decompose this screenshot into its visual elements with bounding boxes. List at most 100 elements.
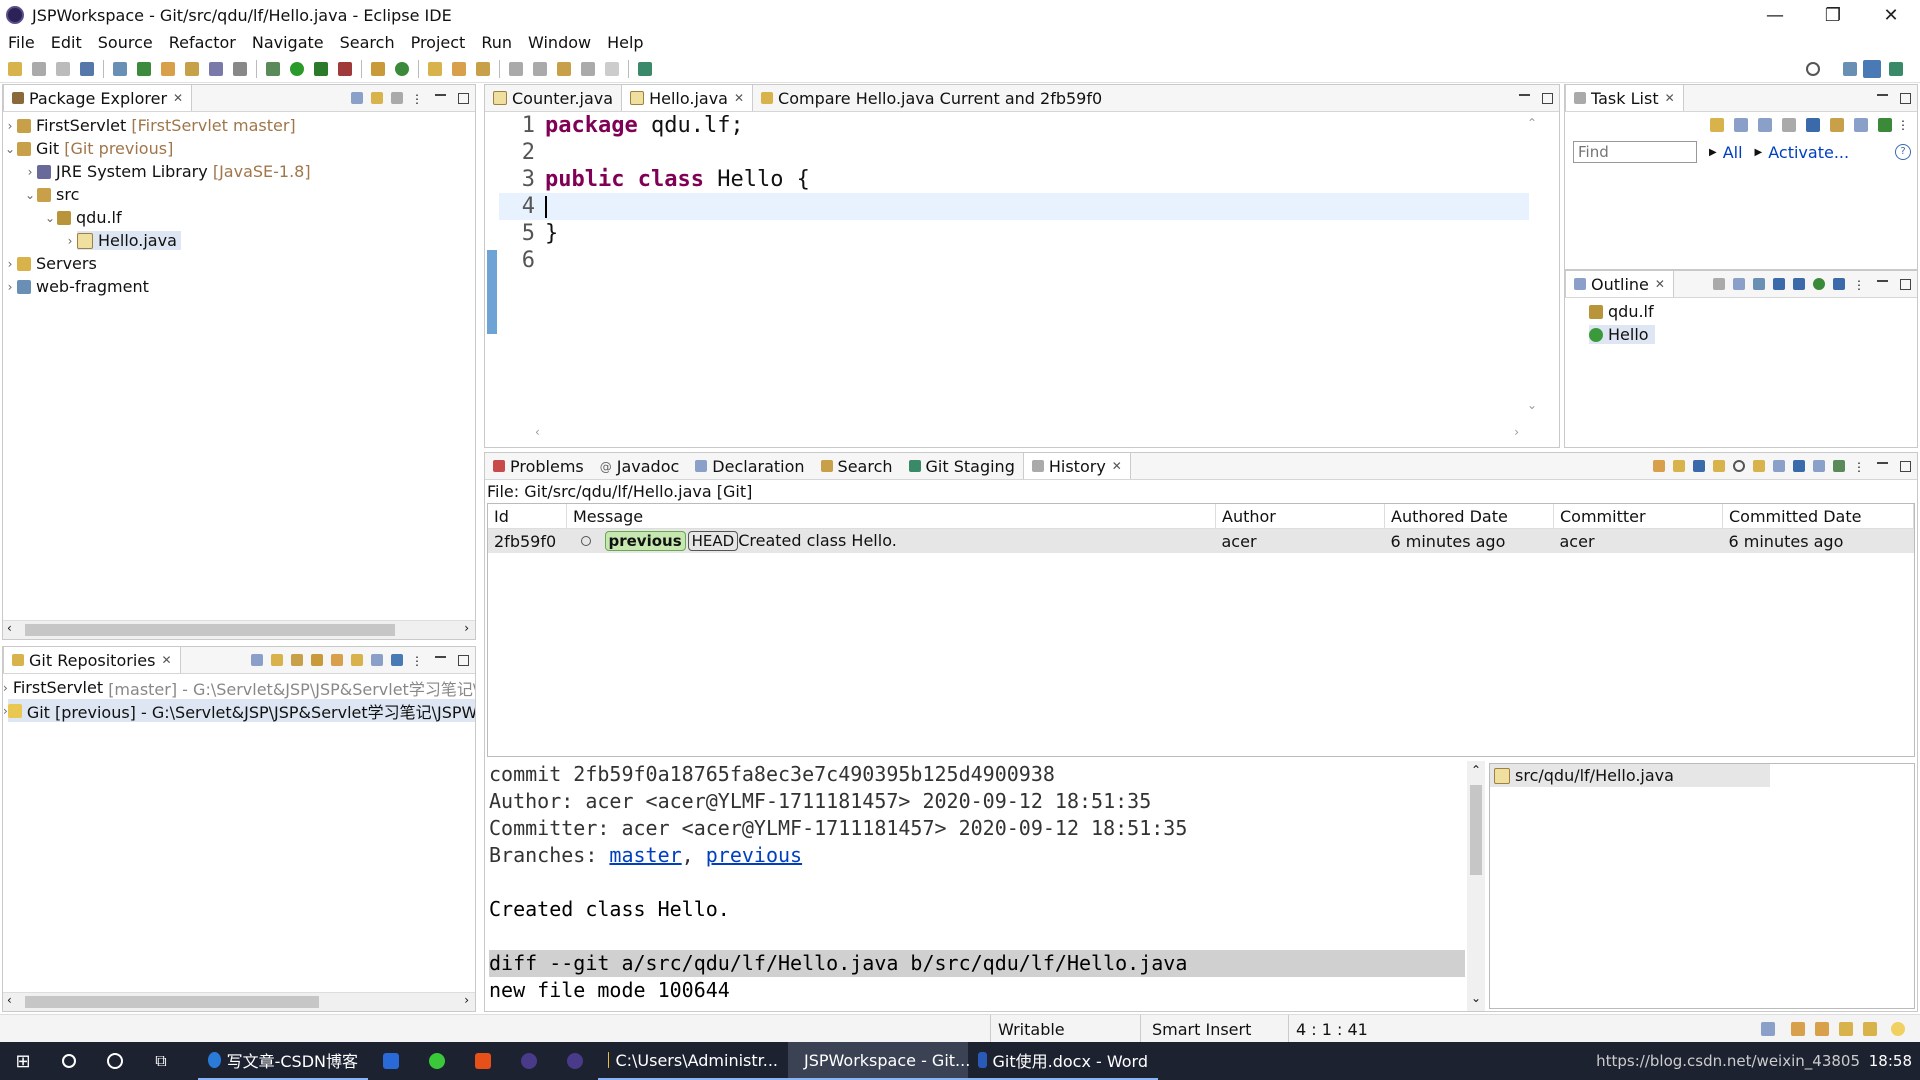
focus-icon[interactable] (1713, 278, 1725, 290)
link-selection-icon[interactable] (1653, 460, 1665, 472)
menu-refactor[interactable]: Refactor (161, 33, 244, 52)
help-icon[interactable]: ? (1895, 144, 1911, 160)
chevron-right-icon[interactable]: › (3, 257, 17, 271)
taskbar-mail[interactable] (368, 1042, 414, 1080)
tree-item-git[interactable]: ⌄ Git [Git previous] (3, 137, 475, 160)
branch-link-previous[interactable]: previous (706, 843, 802, 867)
open-folder-icon[interactable] (452, 62, 466, 76)
commit-details[interactable]: commit 2fb59f0a18765fa8ec3e7c490395b125d… (487, 761, 1487, 1011)
scroll-left-icon[interactable]: ‹ (535, 425, 540, 439)
taskbar-eclipse-b[interactable] (552, 1042, 598, 1080)
pilcrow-icon[interactable] (233, 62, 247, 76)
menu-window[interactable]: Window (520, 33, 599, 52)
menu-source[interactable]: Source (90, 33, 161, 52)
focus-icon[interactable] (1854, 118, 1868, 132)
close-icon[interactable]: ✕ (1665, 91, 1675, 105)
taskbar-app-explorer[interactable]: C:\Users\Administr... (598, 1042, 788, 1080)
tree-item-package[interactable]: ⌄ qdu.lf (3, 206, 475, 229)
tab-hello-java[interactable]: Hello.java ✕ (621, 85, 754, 111)
maximize-view-icon[interactable] (1900, 92, 1911, 104)
filter-icon[interactable] (1773, 460, 1785, 472)
collapse-all-icon[interactable] (351, 92, 363, 104)
menu-help[interactable]: Help (599, 33, 651, 52)
activate-link[interactable]: Activate... (1768, 143, 1849, 162)
git-perspective-icon[interactable] (1889, 62, 1903, 76)
minimize-button[interactable]: — (1746, 0, 1804, 30)
search-icon[interactable] (1733, 460, 1745, 472)
scroll-right-icon[interactable]: › (464, 621, 469, 635)
status-icon[interactable] (1815, 1022, 1829, 1036)
next-annotation-icon[interactable] (509, 62, 523, 76)
minimize-view-icon[interactable] (1877, 94, 1888, 96)
status-icon[interactable] (1863, 1022, 1877, 1036)
minimize-view-icon[interactable] (1877, 280, 1888, 282)
scroll-left-icon[interactable]: ‹ (7, 993, 12, 1007)
tab-git-repositories[interactable]: Git Repositories ✕ (3, 647, 181, 673)
repo-item-git[interactable]: › Git [previous] - G:\Servlet&JSP\JSP&Se… (3, 698, 475, 722)
link-editor-icon[interactable] (371, 92, 383, 104)
scroll-up-icon[interactable]: ⌃ (1527, 116, 1537, 130)
tab-search[interactable]: Search (813, 453, 901, 479)
forward-icon[interactable] (605, 62, 619, 76)
save-icon[interactable] (32, 62, 46, 76)
vertical-scrollbar[interactable]: ⌃ ⌄ (1467, 761, 1485, 1011)
tab-declaration[interactable]: Declaration (687, 453, 812, 479)
close-icon[interactable]: ✕ (734, 91, 744, 105)
taskbar-wechat[interactable] (414, 1042, 460, 1080)
taskbar-app-browser[interactable]: 写文章-CSDN博客 (198, 1042, 368, 1080)
show-branches-icon[interactable] (1753, 460, 1765, 472)
tree-icon[interactable] (1813, 460, 1825, 472)
hide-nonpublic-icon[interactable] (1813, 278, 1825, 290)
tree-item-jre[interactable]: › JRE System Library [JavaSE-1.8] (3, 160, 475, 183)
save-all-icon[interactable] (56, 62, 70, 76)
server-icon[interactable] (338, 62, 352, 76)
view-menu-icon[interactable]: ⋮ (411, 654, 423, 668)
scroll-right-icon[interactable]: › (1514, 425, 1519, 439)
code-area[interactable]: 1 package qdu.lf; 2 3 public class Hello… (485, 112, 1559, 412)
new-java-project-icon[interactable] (371, 62, 385, 76)
minimize-view-icon[interactable] (435, 656, 446, 658)
scheduled-icon[interactable] (1758, 118, 1772, 132)
new-icon[interactable] (8, 62, 22, 76)
tree-item-firstservlet[interactable]: › FirstServlet [FirstServlet master] (3, 114, 475, 137)
column-header-committed-date[interactable]: Committed Date (1722, 504, 1914, 529)
compare-mode-icon[interactable] (1713, 460, 1725, 472)
column-header-id[interactable]: Id (488, 504, 567, 529)
chevron-down-icon[interactable]: ⌄ (43, 211, 57, 225)
taskbar-app-word[interactable]: Git使用.docx - Word (968, 1042, 1158, 1080)
close-icon[interactable]: ✕ (161, 653, 171, 667)
chevron-right-icon[interactable]: › (3, 681, 8, 695)
close-icon[interactable]: ✕ (1655, 277, 1665, 291)
hide-completed-icon[interactable] (1878, 118, 1892, 132)
task-icon[interactable] (185, 62, 199, 76)
hide-fields-icon[interactable] (1773, 278, 1785, 290)
horizontal-scrollbar[interactable]: ‹ › (3, 992, 475, 1011)
column-header-authored-date[interactable]: Authored Date (1384, 504, 1554, 529)
maximize-view-icon[interactable] (1900, 278, 1911, 290)
column-header-committer[interactable]: Committer (1553, 504, 1723, 529)
close-icon[interactable]: ✕ (173, 91, 183, 105)
chevron-right-icon[interactable]: › (3, 119, 17, 133)
column-header-message[interactable]: Message (566, 504, 1216, 529)
minimize-view-icon[interactable] (1519, 94, 1530, 96)
view-menu-icon[interactable]: ⋮ (411, 92, 423, 106)
menu-search[interactable]: Search (332, 33, 403, 52)
file-item[interactable]: src/qdu/lf/Hello.java (1490, 764, 1770, 787)
tab-git-staging[interactable]: Git Staging (901, 453, 1023, 479)
debug-run-icon[interactable] (266, 62, 280, 76)
table-row[interactable]: 2fb59f0 previous HEAD Created class Hello.… (488, 528, 1914, 553)
filter-icon[interactable] (1782, 118, 1796, 132)
menu-navigate[interactable]: Navigate (244, 33, 332, 52)
maximize-view-icon[interactable] (458, 92, 469, 104)
hide-local-types-icon[interactable] (1833, 278, 1845, 290)
view-menu-icon[interactable]: ⋮ (1853, 460, 1865, 474)
tree-item-hello-java[interactable]: › Hello.java (3, 229, 475, 252)
collapse-all-icon[interactable] (1806, 118, 1820, 132)
link-editor-icon[interactable] (1673, 460, 1685, 472)
categorized-icon[interactable] (1734, 118, 1748, 132)
find-input[interactable] (1573, 141, 1697, 163)
skip-breakpoints-icon[interactable] (113, 62, 127, 76)
status-icon[interactable] (1791, 1022, 1805, 1036)
all-link[interactable]: All (1723, 143, 1743, 162)
lightbulb-icon[interactable] (1891, 1022, 1905, 1036)
